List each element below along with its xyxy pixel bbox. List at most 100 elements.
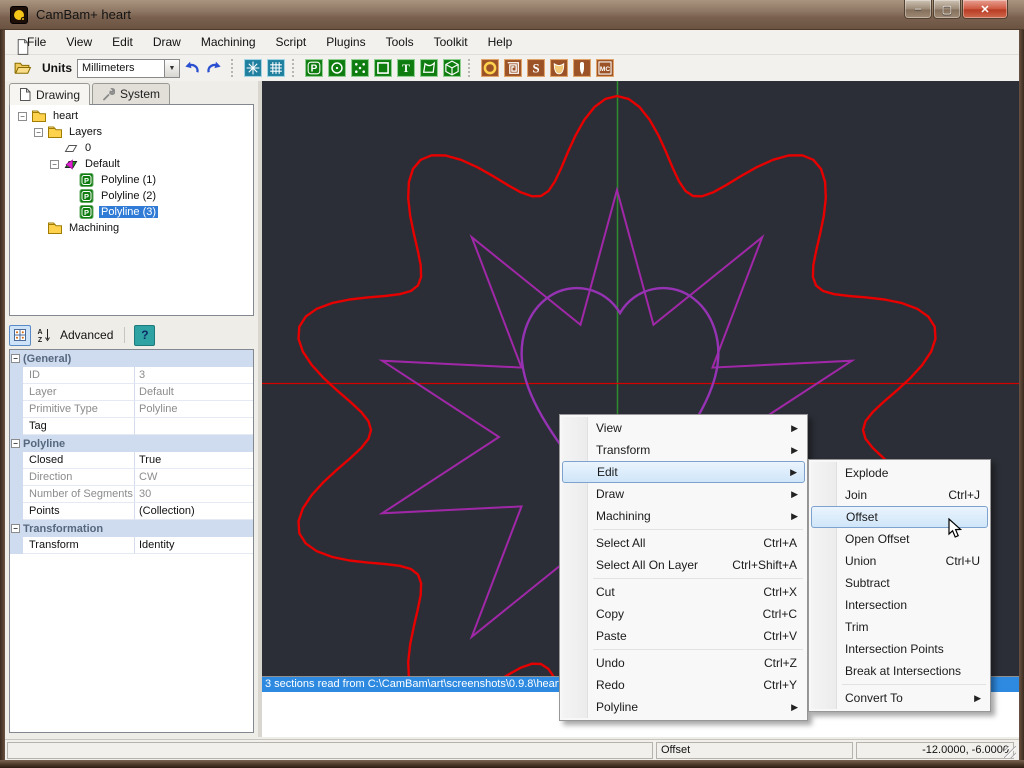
- menubar-item-draw[interactable]: Draw: [143, 31, 191, 53]
- submenu-item-intersection[interactable]: Intersection: [811, 594, 988, 616]
- property-value[interactable]: 3: [135, 367, 253, 384]
- context-menu-item-copy[interactable]: CopyCtrl+C: [562, 603, 805, 625]
- tree-expander-icon[interactable]: −: [18, 112, 27, 121]
- title-bar[interactable]: CamBam+ heart – ▢ ✕: [0, 0, 1024, 30]
- property-row-layer[interactable]: LayerDefault: [10, 384, 253, 401]
- profile-icon[interactable]: S: [525, 58, 546, 79]
- units-dropdown-button[interactable]: ▼: [165, 59, 180, 78]
- polyline-icon[interactable]: P: [303, 58, 324, 79]
- submenu-item-union[interactable]: UnionCtrl+U: [811, 550, 988, 572]
- property-value[interactable]: CW: [135, 469, 253, 486]
- property-value[interactable]: Polyline: [135, 401, 253, 418]
- undo-icon[interactable]: [181, 58, 202, 79]
- drawing-tree[interactable]: −heart−Layers0−DefaultPPolyline (1)PPoly…: [9, 104, 254, 316]
- tree-item-polyline-2-[interactable]: PPolyline (2): [10, 188, 253, 204]
- tree-item-heart[interactable]: −heart: [10, 108, 253, 124]
- property-category-transformation[interactable]: −Transformation: [10, 520, 253, 537]
- property-value[interactable]: 30: [135, 486, 253, 503]
- property-row-id[interactable]: ID3: [10, 367, 253, 384]
- new-file-icon[interactable]: [12, 37, 33, 58]
- points-icon[interactable]: [349, 58, 370, 79]
- property-value[interactable]: Default: [135, 384, 253, 401]
- help-icon[interactable]: ?: [134, 325, 155, 346]
- pocket-icon[interactable]: [548, 58, 569, 79]
- menubar-item-tools[interactable]: Tools: [376, 31, 424, 53]
- tree-expander-icon[interactable]: −: [34, 128, 43, 137]
- menubar-item-plugins[interactable]: Plugins: [316, 31, 375, 53]
- surface-icon[interactable]: [418, 58, 439, 79]
- maximize-button[interactable]: ▢: [933, 0, 961, 19]
- tab-system[interactable]: System: [92, 83, 170, 104]
- menubar-item-toolkit[interactable]: Toolkit: [424, 31, 478, 53]
- open-file-icon[interactable]: [12, 58, 33, 79]
- menubar-item-script[interactable]: Script: [266, 31, 317, 53]
- machine-circle-icon[interactable]: [479, 58, 500, 79]
- resize-grip[interactable]: [1004, 746, 1016, 758]
- drill-icon[interactable]: [571, 58, 592, 79]
- property-row-closed[interactable]: ClosedTrue: [10, 452, 253, 469]
- tree-item-0[interactable]: 0: [10, 140, 253, 156]
- menubar-item-help[interactable]: Help: [478, 31, 523, 53]
- menubar-item-edit[interactable]: Edit: [102, 31, 143, 53]
- nc-file-icon[interactable]: MC: [594, 58, 615, 79]
- submenu-item-join[interactable]: JoinCtrl+J: [811, 484, 988, 506]
- alphabetical-sort-icon[interactable]: AZ: [33, 325, 55, 346]
- property-row-direction[interactable]: DirectionCW: [10, 469, 253, 486]
- rectangle-icon[interactable]: [372, 58, 393, 79]
- submenu-item-trim[interactable]: Trim: [811, 616, 988, 638]
- context-menu-item-edit[interactable]: Edit▶: [562, 461, 805, 483]
- category-expander-icon[interactable]: −: [11, 439, 20, 448]
- tree-expander-icon[interactable]: −: [50, 160, 59, 169]
- tree-item-layers[interactable]: −Layers: [10, 124, 253, 140]
- property-grid[interactable]: −(General)ID3LayerDefaultPrimitive TypeP…: [9, 349, 254, 733]
- context-menu-item-cut[interactable]: CutCtrl+X: [562, 581, 805, 603]
- property-value[interactable]: Identity: [135, 537, 253, 554]
- category-expander-icon[interactable]: −: [11, 524, 20, 533]
- category-expander-icon[interactable]: −: [11, 354, 20, 363]
- submenu-item-intersection-points[interactable]: Intersection Points: [811, 638, 988, 660]
- context-menu-item-draw[interactable]: Draw▶: [562, 483, 805, 505]
- submenu-item-break-at-intersections[interactable]: Break at Intersections: [811, 660, 988, 682]
- submenu-item-subtract[interactable]: Subtract: [811, 572, 988, 594]
- context-menu-item-select-all[interactable]: Select AllCtrl+A: [562, 532, 805, 554]
- property-value[interactable]: True: [135, 452, 253, 469]
- redo-icon[interactable]: [204, 58, 225, 79]
- minimize-button[interactable]: –: [904, 0, 932, 19]
- property-category-polyline[interactable]: −Polyline: [10, 435, 253, 452]
- units-combobox[interactable]: Millimeters: [77, 59, 165, 78]
- property-row-points[interactable]: Points(Collection): [10, 503, 253, 520]
- tab-drawing[interactable]: Drawing: [9, 83, 90, 105]
- property-value[interactable]: (Collection): [135, 503, 253, 520]
- circle-icon[interactable]: [326, 58, 347, 79]
- context-menu-item-view[interactable]: View▶: [562, 417, 805, 439]
- categorized-view-icon[interactable]: [9, 325, 31, 346]
- axis-toggle-icon[interactable]: [242, 58, 263, 79]
- property-row-number-of-segments[interactable]: Number of Segments30: [10, 486, 253, 503]
- context-menu-item-paste[interactable]: PasteCtrl+V: [562, 625, 805, 647]
- text-icon[interactable]: T: [395, 58, 416, 79]
- tree-item-machining[interactable]: Machining: [10, 220, 253, 236]
- context-menu-item-select-all-on-layer[interactable]: Select All On LayerCtrl+Shift+A: [562, 554, 805, 576]
- grid-toggle-icon[interactable]: [265, 58, 286, 79]
- context-menu-item-redo[interactable]: RedoCtrl+Y: [562, 674, 805, 696]
- submenu-item-convert-to[interactable]: Convert To▶: [811, 687, 988, 709]
- tree-item-polyline-1-[interactable]: PPolyline (1): [10, 172, 253, 188]
- context-menu-item-transform[interactable]: Transform▶: [562, 439, 805, 461]
- menubar-item-view[interactable]: View: [56, 31, 102, 53]
- property-value[interactable]: [135, 418, 253, 435]
- close-button[interactable]: ✕: [962, 0, 1008, 19]
- tree-item-default[interactable]: −Default: [10, 156, 253, 172]
- pocket-spiral-icon[interactable]: [502, 58, 523, 79]
- menubar-item-machining[interactable]: Machining: [191, 31, 266, 53]
- solid-icon[interactable]: [441, 58, 462, 79]
- submenu-item-explode[interactable]: Explode: [811, 462, 988, 484]
- context-menu-item-machining[interactable]: Machining▶: [562, 505, 805, 527]
- property-category-general[interactable]: −(General): [10, 350, 253, 367]
- property-row-tag[interactable]: Tag: [10, 418, 253, 435]
- advanced-button[interactable]: Advanced: [57, 325, 116, 346]
- property-row-primitive-type[interactable]: Primitive TypePolyline: [10, 401, 253, 418]
- property-row-transform[interactable]: TransformIdentity: [10, 537, 253, 554]
- context-menu-item-polyline[interactable]: Polyline▶: [562, 696, 805, 718]
- context-menu-item-undo[interactable]: UndoCtrl+Z: [562, 652, 805, 674]
- tree-item-polyline-3-[interactable]: PPolyline (3): [10, 204, 253, 220]
